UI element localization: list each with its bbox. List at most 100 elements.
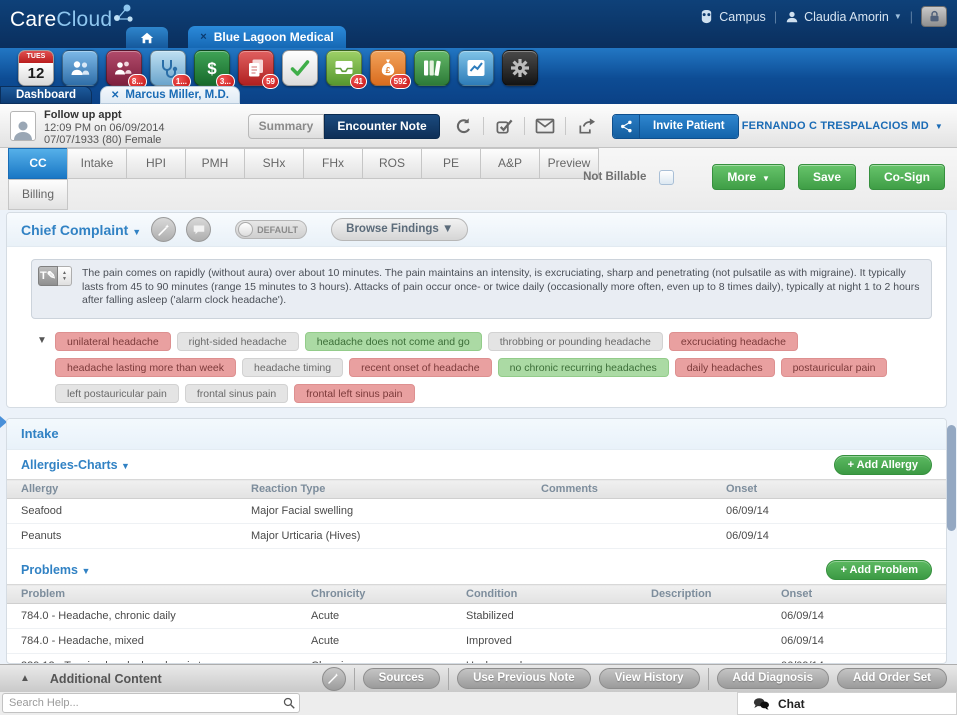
clinical-app-icon[interactable]: 1... [150,50,186,86]
finding-pill[interactable]: throbbing or pounding headache [488,332,663,351]
note-content: Chief Complaint ▼ DEFAULT Browse Finding… [0,210,957,664]
findings-collapse-caret[interactable]: ▼ [37,335,47,346]
finding-pill[interactable]: excruciating headache [669,332,798,351]
note-tab-pe[interactable]: PE [421,148,481,179]
stepper-icon[interactable]: ▲▼ [58,266,72,286]
home-tab[interactable] [126,27,168,48]
message-button[interactable] [534,115,556,137]
close-icon[interactable]: ✕ [111,90,119,101]
chief-complaint-title[interactable]: Chief Complaint ▼ [21,222,141,238]
note-tab-ros[interactable]: ROS [362,148,422,179]
svg-text:$: $ [207,59,217,78]
invite-patient-button[interactable]: Invite Patient [612,114,739,139]
use-previous-note-button[interactable]: Use Previous Note [457,668,591,689]
auto-generate-button[interactable] [151,217,176,242]
note-tab-fhx[interactable]: FHx [303,148,363,179]
problems-title[interactable]: Problems ▼ [21,563,90,577]
note-tab-pmh[interactable]: PMH [185,148,245,179]
text-style-control[interactable]: T✎ ▲▼ [38,266,72,286]
contacts-app-icon[interactable]: 8... [106,50,142,86]
add-order-set-button[interactable]: Add Order Set [837,668,947,689]
finding-pill[interactable]: headache does not come and go [305,332,482,351]
default-toggle[interactable]: DEFAULT [235,220,307,239]
note-tab-intake[interactable]: Intake [67,148,127,179]
more-button[interactable]: More▼ [712,164,785,190]
billing-app-icon[interactable]: $3... [194,50,230,86]
settings-app-icon[interactable] [502,50,538,86]
sources-button[interactable]: Sources [363,668,440,689]
note-tab-cc[interactable]: CC [8,148,68,179]
chevron-down-icon: ▼ [762,174,770,183]
finding-pill[interactable]: recent onset of headache [349,358,492,377]
finding-pill[interactable]: right-sided headache [177,332,299,351]
add-problem-button[interactable]: + Add Problem [826,560,932,580]
finding-pill[interactable]: headache timing [242,358,343,377]
cell-onset: 06/09/14 [767,604,946,629]
close-icon[interactable]: × [200,31,206,43]
tasks-app-icon[interactable] [282,50,318,86]
finding-pill[interactable]: headache lasting more than week [55,358,236,377]
chat-panel[interactable]: Chat [737,692,957,715]
lock-button[interactable] [921,6,947,27]
inbox-app-icon[interactable]: 41 [326,50,362,86]
problem-row[interactable]: 339.12 - Tension headache, chronic typeC… [7,654,946,665]
expand-up-caret[interactable]: ▲ [20,673,30,684]
allergies-title[interactable]: Allergies-Charts ▼ [21,458,130,472]
search-help-input[interactable] [3,697,279,709]
finding-pill[interactable]: left postauricular pain [55,384,179,403]
cosign-button[interactable]: Co-Sign [869,164,945,190]
finding-pill[interactable]: daily headaches [675,358,775,377]
provider-selector[interactable]: FERNANDO C TRESPALACIOS MD▼ [742,120,943,132]
view-history-button[interactable]: View History [599,668,700,689]
search-button[interactable] [279,696,299,710]
intake-title[interactable]: Intake [21,426,59,441]
library-app-icon[interactable] [414,50,450,86]
user-menu[interactable]: Claudia Amorin ▼ [785,10,902,24]
wand-button[interactable] [322,667,346,691]
collections-app-icon[interactable]: £592 [370,50,406,86]
reports-app-icon[interactable] [458,50,494,86]
note-tab-ap[interactable]: A&P [480,148,540,179]
additional-content-label: Additional Content [50,672,162,686]
browse-findings-button[interactable]: Browse Findings ▼ [331,218,468,241]
comment-button[interactable] [186,217,211,242]
cell-reaction: Major Facial swelling [237,499,527,524]
calendar-app-icon[interactable]: TUES12 [18,50,54,86]
problem-row[interactable]: 784.0 - Headache, chronic dailyAcuteStab… [7,604,946,629]
documents-app-icon[interactable]: 59 [238,50,274,86]
cell-condition: Unchanged [452,654,637,665]
divider [448,668,449,690]
carecloud-logo: CareCloud [10,8,112,32]
cell-allergy: Seafood [7,499,237,524]
problem-row[interactable]: 784.0 - Headache, mixedAcuteImproved06/0… [7,629,946,654]
sign-off-button[interactable] [493,115,515,137]
practice-tab[interactable]: × Blue Lagoon Medical [188,26,346,48]
divider [524,117,525,135]
provider-workspace-tab[interactable]: ✕ Marcus Miller, M.D. [100,86,240,104]
finding-pill[interactable]: no chronic recurring headaches [498,358,669,377]
dashboard-tab[interactable]: Dashboard [0,86,92,104]
finding-pill[interactable]: frontal left sinus pain [294,384,414,403]
patients-app-icon[interactable] [62,50,98,86]
scrollbar-thumb[interactable] [947,425,956,531]
allergies-table: AllergyReaction TypeCommentsOnset Seafoo… [7,479,946,549]
note-tab-billing[interactable]: Billing [8,179,68,210]
chief-complaint-textarea[interactable]: T✎ ▲▼ The pain comes on rapidly (without… [31,259,932,319]
finding-pill[interactable]: postauricular pain [781,358,888,377]
summary-button[interactable]: Summary [248,114,324,139]
allergy-row[interactable]: SeafoodMajor Facial swelling06/09/14 [7,499,946,524]
note-tab-hpi[interactable]: HPI [126,148,186,179]
finding-pill[interactable]: frontal sinus pain [185,384,288,403]
undo-button[interactable] [452,115,474,137]
save-button[interactable]: Save [798,164,856,190]
finding-pill[interactable]: unilateral headache [55,332,171,351]
add-diagnosis-button[interactable]: Add Diagnosis [717,668,830,689]
add-allergy-button[interactable]: + Add Allergy [834,455,932,475]
not-billable-checkbox[interactable] [659,170,674,185]
campus-link[interactable]: Campus [699,9,766,24]
share-button[interactable] [575,115,597,137]
allergy-row[interactable]: PeanutsMajor Urticaria (Hives)06/09/14 [7,524,946,549]
patient-avatar[interactable] [10,111,36,141]
encounter-note-button[interactable]: Encounter Note [324,114,440,139]
note-tab-shx[interactable]: SHx [244,148,304,179]
